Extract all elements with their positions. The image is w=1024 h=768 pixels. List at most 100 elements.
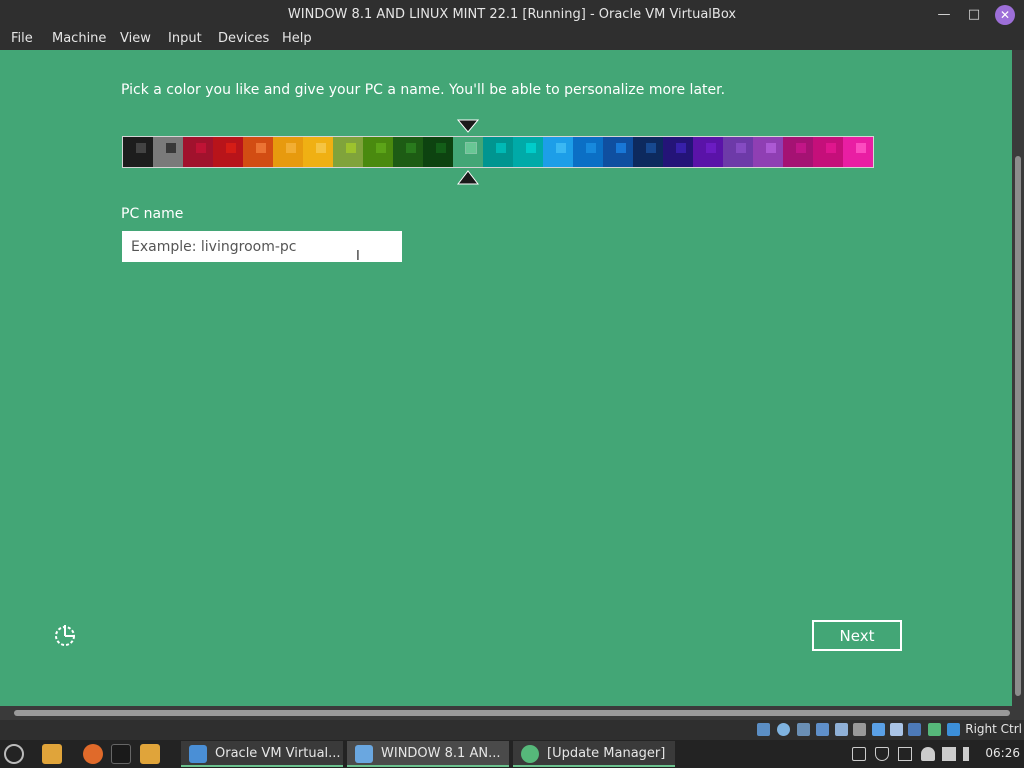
color-swatch-accent [166, 143, 176, 153]
color-swatch-accent [496, 143, 506, 153]
menu-devices[interactable]: Devices [218, 31, 269, 46]
color-swatch[interactable] [123, 137, 153, 167]
close-icon[interactable]: ✕ [995, 5, 1015, 25]
color-swatch[interactable] [303, 137, 333, 167]
color-swatch-accent [586, 143, 596, 153]
color-swatch-accent [526, 143, 536, 153]
menu-file[interactable]: File [11, 31, 33, 46]
color-swatch[interactable] [633, 137, 663, 167]
taskbar: Oracle VM Virtual... WINDOW 8.1 AN... [U… [0, 740, 1024, 768]
color-swatch-accent [286, 143, 296, 153]
taskbar-window-virtualbox[interactable]: Oracle VM Virtual... [181, 741, 343, 767]
maximize-icon[interactable]: □ [964, 5, 984, 25]
color-swatch[interactable] [573, 137, 603, 167]
update-shield-icon[interactable] [875, 747, 889, 761]
menu-help[interactable]: Help [282, 31, 312, 46]
color-swatch[interactable] [753, 137, 783, 167]
network-tray-icon[interactable] [942, 747, 956, 761]
display-icon[interactable] [872, 723, 885, 736]
personalize-instruction: Pick a color you like and give your PC a… [121, 82, 726, 98]
terminal-icon[interactable] [111, 744, 131, 764]
text-cursor-icon: I [356, 249, 360, 264]
color-palette [122, 136, 874, 168]
color-swatch-accent [706, 143, 716, 153]
color-swatch-accent [646, 143, 656, 153]
color-pointer-bottom-icon [457, 170, 479, 185]
color-swatch-accent [616, 143, 626, 153]
vertical-scrollbar[interactable] [1012, 50, 1024, 706]
guest-additions-icon[interactable] [928, 723, 941, 736]
menu-machine[interactable]: Machine [52, 31, 106, 46]
color-swatch[interactable] [783, 137, 813, 167]
taskbar-window-label: WINDOW 8.1 AN... [381, 746, 501, 761]
virtualbox-icon [189, 745, 207, 763]
color-swatch-accent [556, 143, 566, 153]
color-swatch[interactable] [483, 137, 513, 167]
color-swatch-accent [376, 143, 386, 153]
horizontal-scrollbar[interactable] [0, 706, 1024, 720]
menu-view[interactable]: View [120, 31, 151, 46]
pc-name-input[interactable] [122, 231, 402, 262]
recording-icon[interactable] [890, 723, 903, 736]
taskbar-window-label: [Update Manager] [547, 746, 666, 761]
clock[interactable]: 06:26 [985, 746, 1020, 760]
menu-bar: File Machine View Input Devices Help [0, 30, 1024, 50]
shared-folders-icon[interactable] [853, 723, 866, 736]
color-swatch[interactable] [183, 137, 213, 167]
vm-status-bar: Right Ctrl [0, 720, 1024, 740]
hard-disk-icon[interactable] [757, 723, 770, 736]
color-swatch[interactable] [513, 137, 543, 167]
keyboard-capture-icon[interactable] [947, 723, 960, 736]
color-swatch-accent [196, 143, 206, 153]
user-icon[interactable] [921, 747, 935, 761]
notes-icon[interactable] [898, 747, 912, 761]
host-key-label: Right Ctrl [965, 722, 1022, 736]
color-swatch[interactable] [273, 137, 303, 167]
volume-icon[interactable] [963, 747, 977, 761]
menu-input[interactable]: Input [168, 31, 202, 46]
color-swatch[interactable] [363, 137, 393, 167]
optical-drive-icon[interactable] [777, 723, 790, 736]
color-swatch[interactable] [393, 137, 423, 167]
color-swatch[interactable] [423, 137, 453, 167]
color-swatch[interactable] [723, 137, 753, 167]
usb-icon[interactable] [835, 723, 848, 736]
window-title-bar[interactable]: WINDOW 8.1 AND LINUX MINT 22.1 [Running]… [0, 0, 1024, 30]
color-swatch-accent [406, 143, 416, 153]
color-swatch-accent [676, 143, 686, 153]
color-swatch[interactable] [693, 137, 723, 167]
color-swatch[interactable] [453, 137, 483, 167]
color-swatch[interactable] [603, 137, 633, 167]
firefox-icon[interactable] [83, 744, 103, 764]
audio-icon[interactable] [797, 723, 810, 736]
next-button[interactable]: Next [812, 620, 902, 651]
mint-menu-icon[interactable] [4, 744, 24, 764]
color-swatch-accent [466, 143, 476, 153]
color-swatch-accent [436, 143, 446, 153]
show-desktop-icon[interactable] [42, 744, 62, 764]
taskbar-window-update-manager[interactable]: [Update Manager] [513, 741, 675, 767]
color-swatch[interactable] [813, 137, 843, 167]
ease-of-access-icon[interactable] [52, 622, 78, 648]
files-icon[interactable] [140, 744, 160, 764]
window-title: WINDOW 8.1 AND LINUX MINT 22.1 [Running]… [287, 7, 737, 22]
color-swatch-accent [346, 143, 356, 153]
color-swatch[interactable] [333, 137, 363, 167]
taskbar-window-vm[interactable]: WINDOW 8.1 AN... [347, 741, 509, 767]
color-swatch-accent [766, 143, 776, 153]
minimize-icon[interactable]: — [934, 5, 954, 25]
color-swatch-accent [136, 143, 146, 153]
shield-icon [521, 745, 539, 763]
color-swatch[interactable] [843, 137, 873, 167]
color-swatch-accent [226, 143, 236, 153]
color-swatch[interactable] [663, 137, 693, 167]
color-swatch[interactable] [153, 137, 183, 167]
color-swatch[interactable] [213, 137, 243, 167]
color-swatch[interactable] [543, 137, 573, 167]
network-icon[interactable] [816, 723, 829, 736]
virtualization-icon[interactable] [908, 723, 921, 736]
clipboard-icon[interactable] [852, 747, 866, 761]
color-swatch-accent [736, 143, 746, 153]
vm-window-icon [355, 745, 373, 763]
color-swatch[interactable] [243, 137, 273, 167]
